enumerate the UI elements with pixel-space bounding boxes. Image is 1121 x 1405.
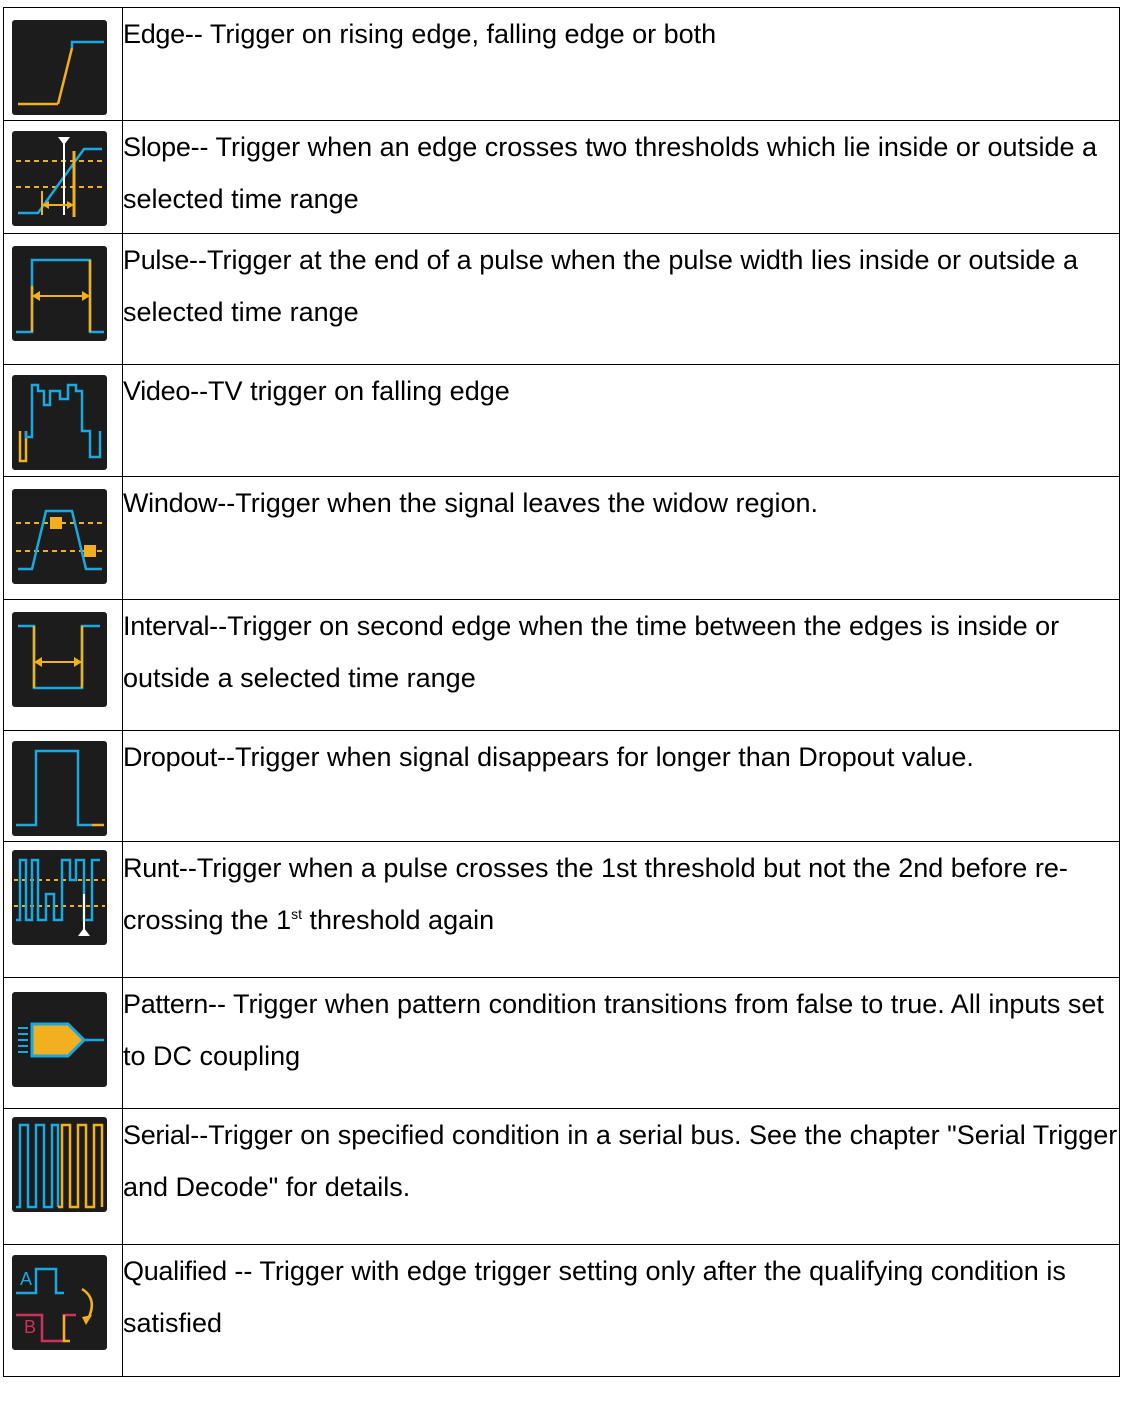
superscript-ordinal: st <box>291 906 302 922</box>
table-row: Video--TV trigger on falling edge <box>3 364 1120 477</box>
trigger-description: Runt--Trigger when a pulse crosses the 1… <box>122 841 1120 978</box>
table-row: Runt--Trigger when a pulse crosses the 1… <box>3 841 1120 978</box>
icon-cell <box>3 364 123 477</box>
trigger-description: Dropout--Trigger when signal disappears … <box>122 730 1120 842</box>
trigger-text: --Trigger on second edge when the time b… <box>123 611 1060 693</box>
trigger-text: -- Trigger when pattern condition transi… <box>123 989 1104 1071</box>
qualified-trigger-icon: A B <box>12 1255 107 1350</box>
trigger-text: -- Trigger when an edge crosses two thre… <box>123 132 1098 214</box>
trigger-description: Interval--Trigger on second edge when th… <box>122 599 1120 731</box>
icon-cell <box>3 1108 123 1245</box>
serial-trigger-icon <box>12 1117 107 1212</box>
trigger-description: Pulse--Trigger at the end of a pulse whe… <box>122 233 1120 365</box>
window-trigger-icon <box>12 489 107 584</box>
trigger-text: --Trigger on specified condition in a se… <box>123 1120 1118 1202</box>
trigger-description: Window--Trigger when the signal leaves t… <box>122 476 1120 600</box>
table-row: Edge-- Trigger on rising edge, falling e… <box>3 7 1120 121</box>
trigger-text: --Trigger when a pulse crosses the 1st t… <box>123 853 1068 935</box>
trigger-name: Video <box>123 376 191 406</box>
trigger-text: --Trigger when signal disappears for lon… <box>216 742 974 772</box>
icon-cell <box>3 730 123 842</box>
icon-cell <box>3 233 123 365</box>
interval-trigger-icon <box>12 612 107 707</box>
icon-cell <box>3 599 123 731</box>
table-row: Serial--Trigger on specified condition i… <box>3 1108 1120 1245</box>
trigger-type-table: Edge-- Trigger on rising edge, falling e… <box>3 7 1120 1377</box>
icon-cell: A B <box>3 1244 123 1377</box>
dropout-trigger-icon <box>12 741 107 836</box>
table-row: Dropout--Trigger when signal disappears … <box>3 730 1120 842</box>
trigger-name: Window <box>123 488 218 518</box>
icon-cell <box>3 841 123 978</box>
trigger-name: Interval <box>123 611 210 641</box>
trigger-name: Dropout <box>123 742 217 772</box>
trigger-name: Runt <box>123 853 179 883</box>
channel-b-label: B <box>24 1317 36 1337</box>
edge-trigger-icon <box>12 20 107 115</box>
trigger-name: Pattern <box>123 989 208 1019</box>
icon-cell <box>3 476 123 600</box>
trigger-name: Serial <box>123 1120 191 1150</box>
runt-trigger-icon <box>12 850 107 945</box>
trigger-description: Video--TV trigger on falling edge <box>122 364 1120 477</box>
trigger-name: Pulse <box>123 245 190 275</box>
trigger-name: Edge <box>123 19 185 49</box>
icon-cell <box>3 977 123 1109</box>
table-row: Pattern-- Trigger when pattern condition… <box>3 977 1120 1109</box>
table-row: A B Qualified -- Trigger with edge trigg… <box>3 1244 1120 1377</box>
slope-trigger-icon <box>12 131 107 226</box>
trigger-text: --Trigger at the end of a pulse when the… <box>123 245 1079 327</box>
trigger-description: Qualified -- Trigger with edge trigger s… <box>122 1244 1120 1377</box>
table-row: Window--Trigger when the signal leaves t… <box>3 476 1120 600</box>
pulse-trigger-icon <box>12 246 107 341</box>
trigger-name: Slope <box>123 132 191 162</box>
icon-cell <box>3 120 123 234</box>
trigger-description: Pattern-- Trigger when pattern condition… <box>122 977 1120 1109</box>
trigger-description: Slope-- Trigger when an edge crosses two… <box>122 120 1120 234</box>
trigger-text: --Trigger when the signal leaves the wid… <box>217 488 819 518</box>
video-trigger-icon <box>12 375 107 470</box>
trigger-text: -- Trigger with edge trigger setting onl… <box>123 1256 1066 1338</box>
trigger-text-continued: threshold again <box>301 905 495 935</box>
trigger-text: -- Trigger on rising edge, falling edge … <box>184 19 717 49</box>
trigger-description: Edge-- Trigger on rising edge, falling e… <box>122 7 1120 121</box>
trigger-description: Serial--Trigger on specified condition i… <box>122 1108 1120 1245</box>
channel-a-label: A <box>20 1269 32 1289</box>
pattern-trigger-icon <box>12 992 107 1087</box>
table-row: Slope-- Trigger when an edge crosses two… <box>3 120 1120 234</box>
trigger-name: Qualified <box>123 1256 227 1286</box>
icon-cell <box>3 7 123 121</box>
table-row: Pulse--Trigger at the end of a pulse whe… <box>3 233 1120 365</box>
trigger-text: --TV trigger on falling edge <box>190 376 510 406</box>
table-row: Interval--Trigger on second edge when th… <box>3 599 1120 731</box>
